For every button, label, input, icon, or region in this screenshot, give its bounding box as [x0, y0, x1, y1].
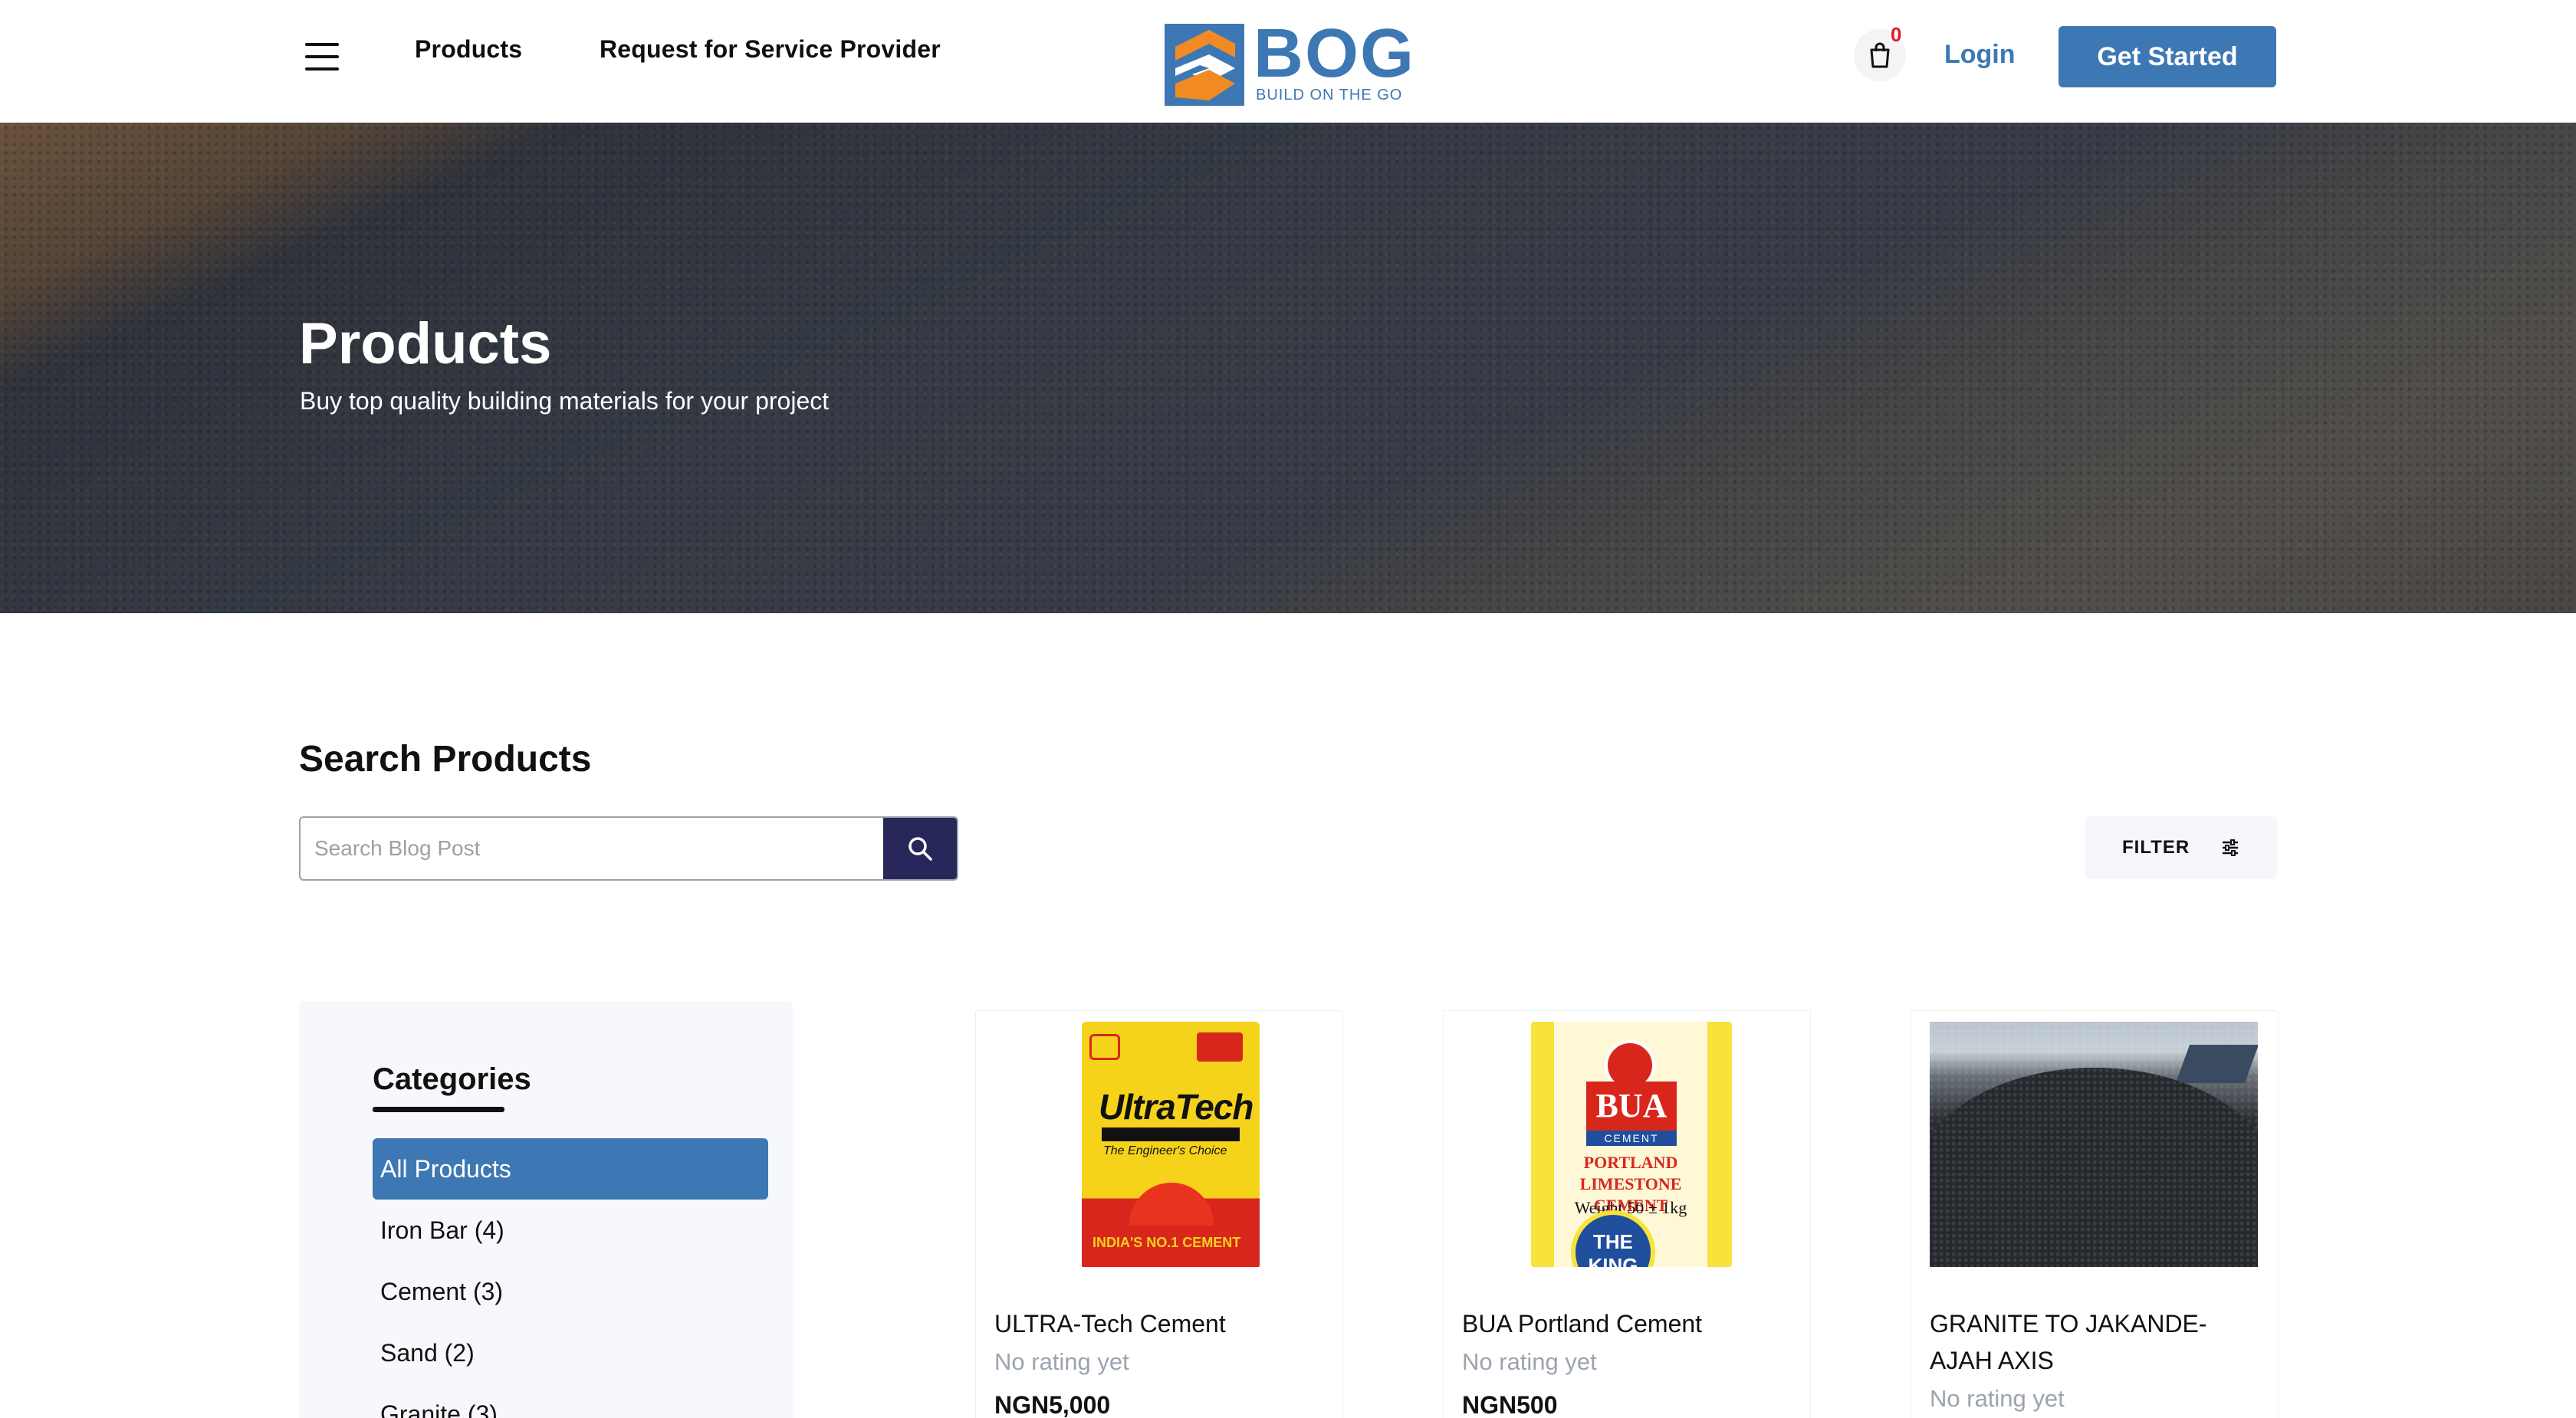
- search-icon: [909, 837, 932, 861]
- product-name: GRANITE TO JAKANDE-AJAH AXIS: [1930, 1310, 2207, 1374]
- page-title: Products: [299, 311, 552, 376]
- product-card-ultratech[interactable]: UltraTech The Engineer's Choice INDIA'S …: [975, 1010, 1343, 1418]
- search-section-title: Search Products: [299, 739, 592, 780]
- ultratech-cement-bag: UltraTech The Engineer's Choice INDIA'S …: [1082, 1022, 1260, 1267]
- product-rating: No rating yet: [1462, 1348, 1597, 1375]
- bag-sub-text: CEMENT: [1586, 1131, 1677, 1146]
- shopping-bag-icon: [1870, 42, 1890, 68]
- page-subtitle: Buy top quality building materials for y…: [300, 387, 830, 415]
- bag-brand-text: UltraTech: [1099, 1087, 1254, 1127]
- bag-brand-text: BUA: [1586, 1082, 1677, 1131]
- category-item-granite[interactable]: Granite (3): [373, 1384, 768, 1418]
- sliders-icon: [2223, 839, 2238, 856]
- isi-mark-icon: [1089, 1034, 1120, 1060]
- product-price: NGN500: [1462, 1391, 1558, 1418]
- granite-pile: [1930, 1022, 2258, 1267]
- top-navbar: Products Request for Service Provider BO…: [0, 0, 2576, 123]
- login-link[interactable]: Login: [1944, 40, 2016, 70]
- hard-hat-icon: [1129, 1183, 1214, 1226]
- nav-link-products[interactable]: Products: [415, 35, 522, 64]
- product-image-ultratech: UltraTech The Engineer's Choice INDIA'S …: [994, 1022, 1322, 1267]
- filter-button[interactable]: FILTER: [2085, 816, 2277, 879]
- category-item-all-products[interactable]: All Products: [373, 1138, 768, 1200]
- logo-subtext: BUILD ON THE GO: [1256, 87, 1403, 103]
- product-name: ULTRA-Tech Cement: [994, 1310, 1226, 1338]
- search-button[interactable]: [883, 818, 957, 879]
- bog-logo-mark-icon: [1165, 24, 1244, 106]
- hero-banner: Products Buy top quality building materi…: [0, 123, 2576, 613]
- product-price: NGN5,000: [994, 1391, 1111, 1418]
- nav-link-request-service-provider[interactable]: Request for Service Provider: [600, 35, 941, 64]
- product-card-granite[interactable]: GRANITE TO JAKANDE-AJAH AXIS No rating y…: [1911, 1010, 2279, 1418]
- bua-cement-bag: BUA CEMENT PORTLAND LIMESTONE CEMENT Weig…: [1531, 1022, 1732, 1267]
- bog-logo[interactable]: BOG BUILD ON THE GO: [1165, 19, 1414, 106]
- menu-icon[interactable]: [305, 43, 339, 71]
- categories-title: Categories: [373, 1062, 531, 1096]
- categories-sidebar: Categories All Products Iron Bar (4) Cem…: [299, 1001, 793, 1418]
- cart-count-badge: 0: [1891, 23, 1902, 46]
- product-name: BUA Portland Cement: [1462, 1310, 1703, 1338]
- bag-tagline: The Engineer's Choice: [1103, 1144, 1227, 1157]
- category-item-iron-bar[interactable]: Iron Bar (4): [373, 1200, 768, 1261]
- product-card-bua[interactable]: BUA CEMENT PORTLAND LIMESTONE CEMENT Weig…: [1443, 1010, 1811, 1418]
- search-bar: [299, 816, 958, 881]
- categories-underline: [373, 1107, 504, 1112]
- category-item-sand[interactable]: Sand (2): [373, 1322, 768, 1384]
- product-image-bua: BUA CEMENT PORTLAND LIMESTONE CEMENT Weig…: [1462, 1022, 1790, 1267]
- category-item-cement[interactable]: Cement (3): [373, 1261, 768, 1322]
- logo-text: BOG: [1254, 15, 1416, 92]
- product-rating: No rating yet: [1930, 1385, 2065, 1412]
- search-input[interactable]: [301, 818, 885, 879]
- filter-label: FILTER: [2122, 837, 2190, 858]
- product-image-granite: [1930, 1022, 2258, 1267]
- get-started-button[interactable]: Get Started: [2058, 26, 2276, 87]
- brand-logo-icon: [1197, 1032, 1243, 1062]
- product-rating: No rating yet: [994, 1348, 1129, 1375]
- bag-bottom-text: INDIA'S NO.1 CEMENT: [1092, 1235, 1241, 1250]
